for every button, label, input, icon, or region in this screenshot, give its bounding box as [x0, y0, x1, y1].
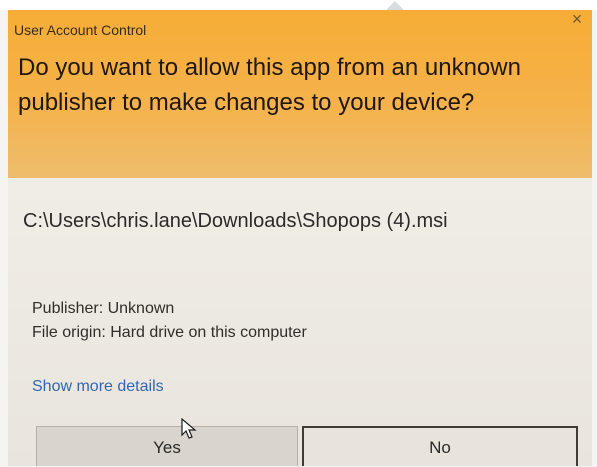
mouse-pointer-icon	[181, 418, 197, 439]
yes-button[interactable]: Yes	[36, 426, 298, 466]
yes-button-label: Yes	[153, 438, 181, 457]
top-strip	[0, 0, 597, 10]
publisher-text: Publisher: Unknown	[32, 300, 175, 317]
screen-frame: User Account Control × Do you want to al…	[0, 0, 597, 467]
close-icon[interactable]: ×	[566, 10, 588, 32]
show-more-details-link[interactable]: Show more details	[32, 378, 164, 396]
uac-dialog: User Account Control × Do you want to al…	[8, 10, 592, 466]
no-button[interactable]: No	[302, 426, 578, 466]
file-path: C:\Users\chris.lane\Downloads\Shopops (4…	[23, 210, 448, 232]
dialog-body: C:\Users\chris.lane\Downloads\Shopops (4…	[8, 178, 592, 466]
dialog-question: Do you want to allow this app from an un…	[18, 54, 521, 116]
dialog-title: User Account Control	[14, 22, 147, 38]
no-button-label: No	[429, 438, 451, 457]
file-origin-text: File origin: Hard drive on this computer	[32, 324, 307, 341]
dialog-header: User Account Control × Do you want to al…	[8, 10, 592, 178]
